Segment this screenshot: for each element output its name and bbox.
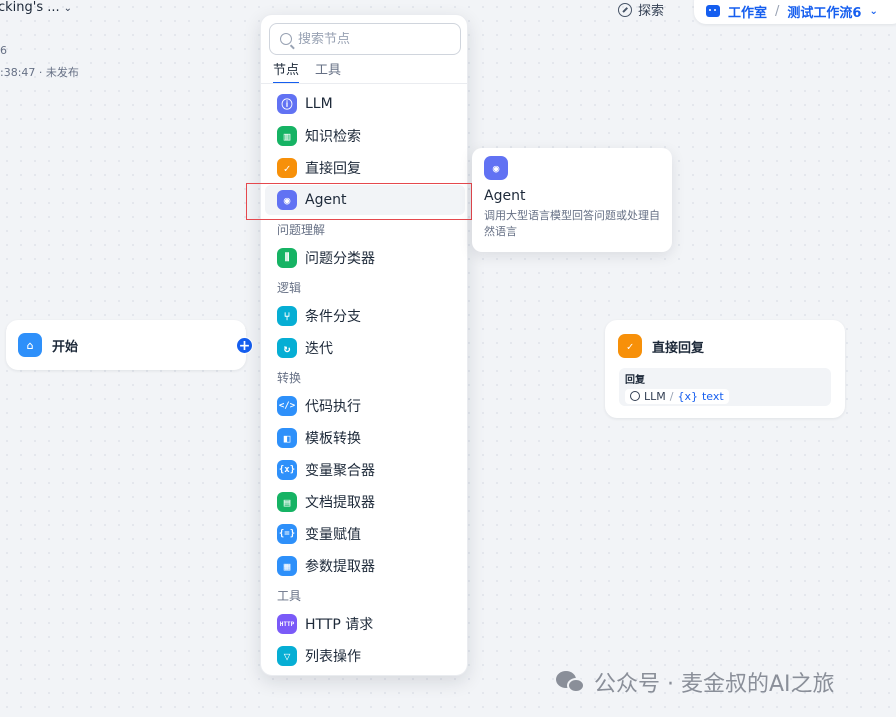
node-item-label: 问题分类器 — [305, 251, 375, 267]
ref-variable-name: text — [701, 389, 724, 403]
search-icon — [280, 33, 292, 45]
tab-tools[interactable]: 工具 — [315, 59, 341, 84]
filter-icon: ▽ — [277, 646, 297, 666]
meta-time: :38:47 · 未发布 — [0, 66, 79, 79]
node-item-label: 模板转换 — [305, 431, 361, 447]
category-question: 问题理解 — [277, 223, 326, 237]
llm-icon — [630, 391, 640, 401]
agent-icon: ◉ — [484, 156, 508, 180]
node-item-label: 直接回复 — [305, 161, 361, 177]
tab-nodes[interactable]: 节点 — [273, 59, 300, 84]
node-item-label: 知识检索 — [305, 129, 361, 145]
chevron-down-icon: ⌄ — [63, 3, 73, 14]
app-title-text: cking's ... — [0, 0, 60, 15]
node-item-http[interactable]: HTTP HTTP 请求 — [265, 609, 465, 639]
node-item-template[interactable]: ◧ 模板转换 — [265, 423, 465, 453]
panel-tabs: 节点 工具 — [273, 59, 341, 84]
book-icon: ▥ — [277, 126, 297, 146]
chevron-down-icon: ⌄ — [869, 5, 878, 17]
node-item-label: HTTP 请求 — [305, 617, 374, 633]
category-logic: 逻辑 — [277, 281, 302, 295]
explore-link[interactable]: 探索 — [618, 0, 664, 19]
tooltip-title: Agent — [484, 188, 526, 204]
node-item-iteration[interactable]: ↻ 迭代 — [265, 333, 465, 363]
node-item-branch[interactable]: ⑂ 条件分支 — [265, 301, 465, 331]
node-item-doc-extractor[interactable]: ▤ 文档提取器 — [265, 487, 465, 517]
compass-icon — [618, 2, 632, 17]
explore-label: 探索 — [638, 4, 665, 19]
workflow-name[interactable]: 测试工作流6 — [787, 2, 861, 21]
studio-breadcrumb[interactable]: 工作室 / 测试工作流6 ⌄ — [694, 0, 896, 24]
assign-icon: {=} — [277, 524, 297, 544]
node-item-reply[interactable]: ✓ 直接回复 — [265, 153, 465, 183]
node-item-label: 变量聚合器 — [305, 463, 375, 479]
breadcrumb-separator: / — [775, 3, 780, 19]
node-item-code[interactable]: </> 代码执行 — [265, 391, 465, 421]
tab-divider — [261, 83, 467, 84]
reply-node-label: 直接回复 — [652, 340, 705, 356]
variable-reference[interactable]: LLM / {x} text — [625, 388, 729, 404]
ref-separator: / — [669, 389, 674, 403]
branch-icon: ⑂ — [277, 306, 297, 326]
node-item-knowledge[interactable]: ▥ 知识检索 — [265, 121, 465, 151]
category-tools: 工具 — [277, 589, 302, 603]
app-title[interactable]: cking's ... ⌄ — [0, 0, 72, 15]
node-item-label: 代码执行 — [305, 399, 361, 415]
reply-icon: ✓ — [277, 158, 297, 178]
reply-content-box: 回复 LLM / {x} text — [619, 368, 831, 406]
classifier-icon: ⫴ — [277, 248, 297, 268]
start-node[interactable]: ⌂ 开始 — [6, 320, 246, 370]
category-transform: 转换 — [277, 371, 302, 385]
http-icon: HTTP — [277, 614, 297, 634]
node-item-label: 迭代 — [305, 341, 333, 357]
search-box[interactable] — [269, 23, 461, 55]
node-item-label: 变量赋值 — [305, 527, 361, 543]
studio-label[interactable]: 工作室 — [728, 2, 767, 21]
node-item-list[interactable]: ▽ 列表操作 — [265, 641, 465, 671]
node-item-label: LLM — [305, 96, 333, 112]
watermark: 公众号 · 麦金叔的AI之旅 — [556, 666, 835, 698]
node-item-label: 条件分支 — [305, 309, 361, 325]
node-item-agent[interactable]: ◉ Agent — [265, 185, 465, 215]
node-item-classifier[interactable]: ⫴ 问题分类器 — [265, 243, 465, 273]
variable-icon: {x} — [677, 389, 698, 403]
node-item-label: 参数提取器 — [305, 559, 375, 575]
node-item-label: 文档提取器 — [305, 495, 375, 511]
add-node-button[interactable]: + — [236, 337, 253, 354]
template-icon: ◧ — [277, 428, 297, 448]
node-item-label: Agent — [305, 192, 347, 208]
reply-field-label: 回复 — [625, 375, 645, 386]
wechat-icon — [556, 669, 586, 695]
aggregator-icon: {x} — [277, 460, 297, 480]
node-item-aggregator[interactable]: {x} 变量聚合器 — [265, 455, 465, 485]
meta-number: 6 — [0, 44, 7, 57]
reply-node[interactable]: ✓ 直接回复 回复 LLM / {x} text — [605, 320, 845, 418]
document-icon: ▤ — [277, 492, 297, 512]
start-node-label: 开始 — [52, 339, 79, 355]
agent-icon: ◉ — [277, 190, 297, 210]
node-item-label: 列表操作 — [305, 649, 361, 665]
watermark-text: 公众号 · 麦金叔的AI之旅 — [594, 672, 835, 697]
node-selector-panel: 节点 工具 ⓘ LLM ▥ 知识检索 ✓ 直接回复 ◉ Agent 问题理解 ⫴… — [260, 14, 468, 676]
search-input[interactable] — [298, 31, 448, 47]
robot-icon — [706, 5, 720, 17]
reply-icon: ✓ — [618, 334, 642, 358]
grid-icon: ▦ — [277, 556, 297, 576]
agent-tooltip: ◉ Agent 调用大型语言模型回答问题或处理自然语言 — [472, 148, 672, 252]
node-item-llm[interactable]: ⓘ LLM — [265, 89, 465, 119]
tooltip-description: 调用大型语言模型回答问题或处理自然语言 — [484, 209, 660, 238]
llm-icon: ⓘ — [277, 94, 297, 114]
node-item-param-extractor[interactable]: ▦ 参数提取器 — [265, 551, 465, 581]
iteration-icon: ↻ — [277, 338, 297, 358]
home-icon: ⌂ — [18, 333, 42, 357]
code-icon: </> — [277, 396, 297, 416]
ref-node-name: LLM — [644, 389, 666, 403]
node-item-assign[interactable]: {=} 变量赋值 — [265, 519, 465, 549]
